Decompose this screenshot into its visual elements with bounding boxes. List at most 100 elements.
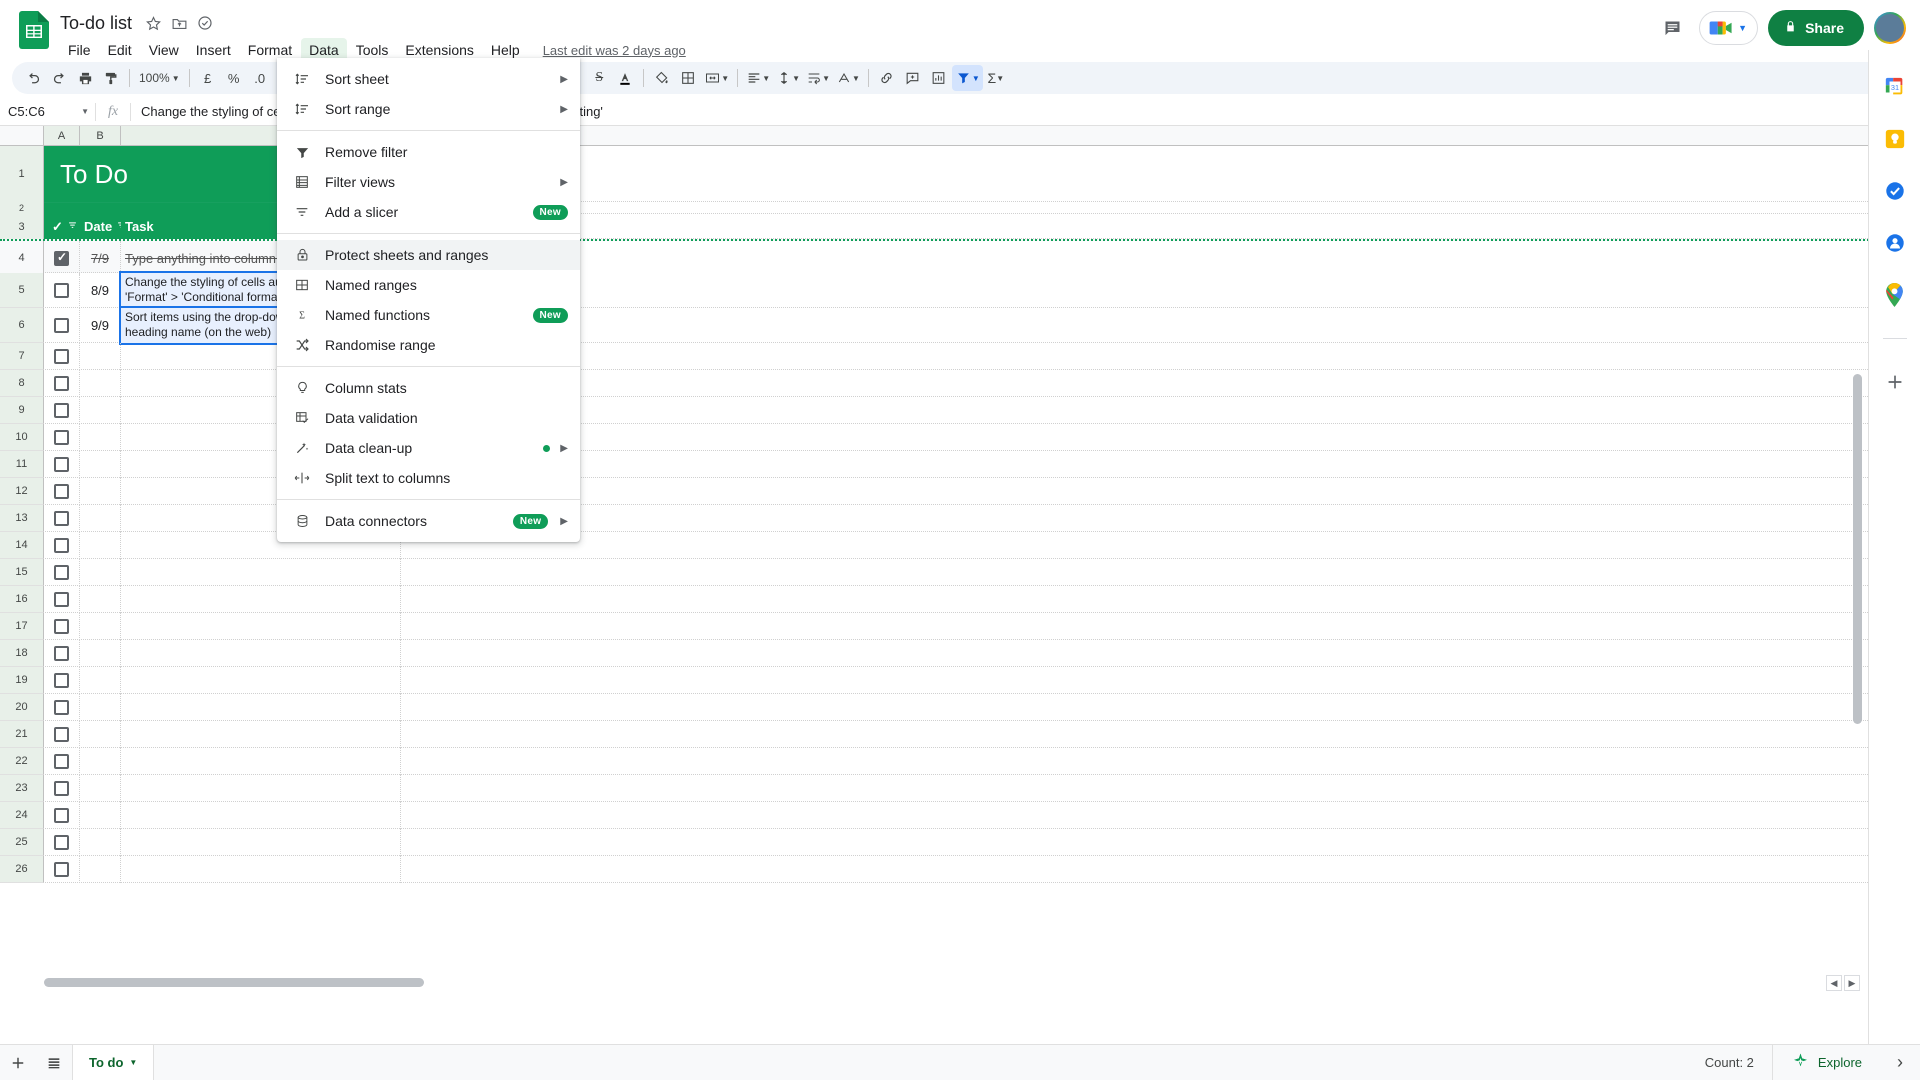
row-header-15[interactable]: 15: [0, 559, 44, 586]
task-checkbox-cell[interactable]: [44, 532, 80, 559]
select-all-corner[interactable]: [0, 126, 44, 145]
sheets-logo-icon[interactable]: [16, 10, 52, 50]
task-date-cell[interactable]: [80, 775, 121, 802]
task-checkbox-cell[interactable]: [44, 640, 80, 667]
task-text-cell[interactable]: [121, 559, 401, 586]
task-text-cell[interactable]: [121, 586, 401, 613]
checkbox-unchecked-icon[interactable]: [54, 376, 69, 391]
task-checkbox-cell[interactable]: [44, 748, 80, 775]
task-date-cell[interactable]: [80, 640, 121, 667]
task-text-cell[interactable]: [121, 667, 401, 694]
task-checkbox-cell[interactable]: [44, 559, 80, 586]
print-icon[interactable]: [72, 65, 98, 91]
row-header-26[interactable]: 26: [0, 856, 44, 883]
column-header-a[interactable]: A: [44, 126, 80, 145]
row-header-17[interactable]: 17: [0, 613, 44, 640]
menu-insert[interactable]: Insert: [188, 38, 239, 62]
get-add-ons-icon[interactable]: [1882, 369, 1908, 395]
name-box[interactable]: C5:C6 ▼: [0, 101, 95, 123]
task-text-cell[interactable]: [121, 829, 401, 856]
last-edit-link[interactable]: Last edit was 2 days ago: [543, 43, 686, 58]
checkbox-unchecked-icon[interactable]: [54, 646, 69, 661]
insert-link-icon[interactable]: [874, 65, 900, 91]
menu-item-data-clean-up[interactable]: Data clean-up ▶: [277, 433, 580, 463]
task-date-cell[interactable]: [80, 613, 121, 640]
insert-chart-icon[interactable]: [926, 65, 952, 91]
checkbox-unchecked-icon[interactable]: [54, 808, 69, 823]
menu-item-filter-views[interactable]: Filter views ▶: [277, 167, 580, 197]
task-checkbox-cell[interactable]: [44, 273, 80, 308]
header-date-cell[interactable]: Date: [80, 214, 121, 239]
functions-icon[interactable]: Σ ▼: [983, 65, 1009, 91]
task-checkbox-cell[interactable]: [44, 308, 80, 343]
menu-item-data-connectors[interactable]: Data connectors New ▶: [277, 506, 580, 536]
row-header-23[interactable]: 23: [0, 775, 44, 802]
google-maps-icon[interactable]: [1882, 282, 1908, 308]
row-header-11[interactable]: 11: [0, 451, 44, 478]
task-date-cell[interactable]: [80, 532, 121, 559]
task-checkbox-cell[interactable]: [44, 856, 80, 883]
filter-dropdown-icon[interactable]: [67, 221, 78, 233]
task-date-cell[interactable]: [80, 586, 121, 613]
scroll-arrows[interactable]: ◀ ▶: [1826, 975, 1860, 991]
move-to-folder-icon[interactable]: [166, 10, 192, 36]
checkbox-unchecked-icon[interactable]: [54, 283, 69, 298]
checkbox-unchecked-icon[interactable]: [54, 511, 69, 526]
scroll-right-icon[interactable]: ▶: [1844, 975, 1860, 991]
row-header-12[interactable]: 12: [0, 478, 44, 505]
task-date-cell[interactable]: [80, 370, 121, 397]
task-checkbox-cell[interactable]: [44, 721, 80, 748]
task-date-cell[interactable]: [80, 424, 121, 451]
scroll-left-icon[interactable]: ◀: [1826, 975, 1842, 991]
task-text-cell[interactable]: [121, 721, 401, 748]
task-date-cell[interactable]: 7/9: [80, 241, 121, 275]
task-checkbox-cell[interactable]: [44, 424, 80, 451]
row-header-10[interactable]: 10: [0, 424, 44, 451]
task-checkbox-cell[interactable]: [44, 397, 80, 424]
task-text-cell[interactable]: [121, 775, 401, 802]
task-text-cell[interactable]: [121, 856, 401, 883]
task-checkbox-cell[interactable]: [44, 694, 80, 721]
task-date-cell[interactable]: [80, 559, 121, 586]
task-checkbox-cell[interactable]: [44, 775, 80, 802]
insert-comment-icon[interactable]: [900, 65, 926, 91]
menu-item-data-validation[interactable]: Data validation: [277, 403, 580, 433]
filter-icon[interactable]: ▼: [951, 65, 983, 91]
row-header-8[interactable]: 8: [0, 370, 44, 397]
comment-history-icon[interactable]: [1655, 11, 1689, 45]
menu-item-sort-range[interactable]: Sort range ▶: [277, 94, 580, 124]
horizontal-scrollbar[interactable]: [44, 978, 424, 987]
task-checkbox-cell[interactable]: [44, 241, 80, 275]
expand-panel-icon[interactable]: ›: [1880, 1052, 1920, 1073]
horizontal-align-icon[interactable]: ▼: [743, 65, 773, 91]
row-header-19[interactable]: 19: [0, 667, 44, 694]
row-header-6[interactable]: 6: [0, 308, 44, 343]
redo-icon[interactable]: [46, 65, 72, 91]
merge-cells-icon[interactable]: ▼: [701, 65, 732, 91]
task-checkbox-cell[interactable]: [44, 829, 80, 856]
borders-icon[interactable]: [675, 65, 701, 91]
google-meet-button[interactable]: ▼: [1699, 11, 1759, 45]
task-date-cell[interactable]: [80, 667, 121, 694]
checkbox-unchecked-icon[interactable]: [54, 457, 69, 472]
task-date-cell[interactable]: 9/9: [80, 308, 121, 343]
vertical-align-icon[interactable]: ▼: [773, 65, 803, 91]
row-header-1[interactable]: 1: [0, 146, 44, 202]
checkbox-unchecked-icon[interactable]: [54, 727, 69, 742]
cloud-saved-icon[interactable]: [192, 10, 218, 36]
explore-button[interactable]: Explore: [1771, 1044, 1880, 1080]
row-header-14[interactable]: 14: [0, 532, 44, 559]
all-sheets-icon[interactable]: [36, 1045, 72, 1080]
task-text-cell[interactable]: [121, 613, 401, 640]
checkbox-unchecked-icon[interactable]: [54, 835, 69, 850]
menu-item-sort-sheet[interactable]: Sort sheet ▶: [277, 64, 580, 94]
task-text-cell[interactable]: [121, 640, 401, 667]
task-date-cell[interactable]: [80, 343, 121, 370]
task-text-cell[interactable]: [121, 802, 401, 829]
task-checkbox-cell[interactable]: [44, 802, 80, 829]
checkbox-unchecked-icon[interactable]: [54, 592, 69, 607]
task-date-cell[interactable]: [80, 802, 121, 829]
google-tasks-icon[interactable]: [1882, 178, 1908, 204]
menu-item-named-functions[interactable]: Σ Named functions New: [277, 300, 580, 330]
row-header-22[interactable]: 22: [0, 748, 44, 775]
